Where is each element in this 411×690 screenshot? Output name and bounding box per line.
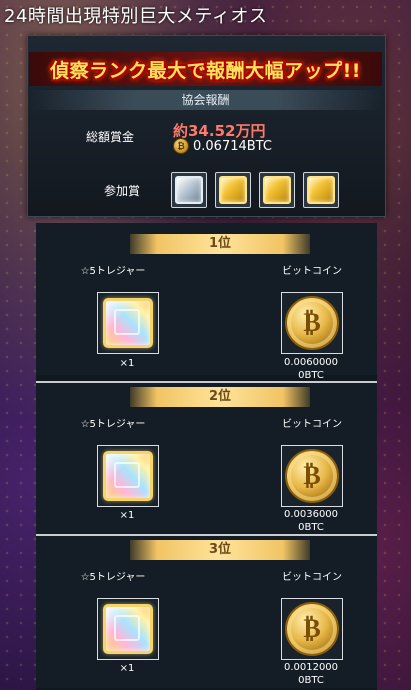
rank-banner: 1位 [130,234,310,254]
treasure-quantity: ×1 [119,663,135,674]
rank-block-3: 3位 ☆5トレジャー ビットコイン ₿ ×1 0.0012000 0BTC [36,536,377,688]
treasure-reward-box[interactable] [97,292,159,354]
participation-item-3[interactable] [259,172,295,208]
treasure-name: ☆5トレジャー [80,572,146,583]
participation-item-4[interactable] [303,172,339,208]
bitcoin-reward-box[interactable]: ₿ [281,292,343,354]
participation-item-1[interactable] [171,172,207,208]
bitcoin-reward-box[interactable]: ₿ [281,598,343,660]
rank-block-1: 1位 ☆5トレジャー ビットコイン ₿ ×1 0.0060000 0BTC [36,223,377,381]
silver-treasure-cube-icon [175,176,203,204]
btc-amount: 0.0060000 0BTC [283,357,339,381]
btc-amount: 0.0012000 0BTC [283,662,339,686]
star5-treasure-icon [103,298,153,348]
treasure-reward-box[interactable] [97,445,159,507]
treasure-quantity: ×1 [119,358,135,369]
rank-block-2: 2位 ☆5トレジャー ビットコイン ₿ ×1 0.0036000 0BTC [36,383,377,535]
bitcoin-icon: ₿ [285,449,339,503]
total-prize-label: 総額賞金 [86,130,135,144]
bitcoin-icon: ₿ [285,296,339,350]
btc-amount: 0.0036000 0BTC [283,509,339,533]
gold-treasure-cube-icon [263,176,291,204]
rank-banner: 2位 [130,387,310,407]
promo-banner-text: 偵察ランク最大で報酬大幅アップ!! [50,59,361,82]
gold-treasure-cube-icon [219,176,247,204]
star5-treasure-icon [103,451,153,501]
treasure-quantity: ×1 [119,510,135,521]
treasure-name: ☆5トレジャー [80,266,146,277]
star5-treasure-icon [103,604,153,654]
coin-name: ビットコイン [282,266,342,277]
event-title: 24時間出現特別巨大メティオス [4,6,268,27]
bitcoin-icon: ₿ [173,138,189,154]
total-prize-btc: ₿ 0.06714BTC [173,138,272,154]
promo-banner: 偵察ランク最大で報酬大幅アップ!! [29,52,382,86]
bitcoin-icon: ₿ [285,602,339,656]
coin-name: ビットコイン [282,572,342,583]
participation-item-2[interactable] [215,172,251,208]
rank-banner: 3位 [130,540,310,560]
gold-treasure-cube-icon [307,176,335,204]
participation-prize-label: 参加賞 [104,184,141,198]
bitcoin-reward-box[interactable]: ₿ [281,445,343,507]
coin-name: ビットコイン [282,419,342,430]
association-reward-header: 協会報酬 [29,90,382,110]
treasure-name: ☆5トレジャー [80,419,146,430]
treasure-reward-box[interactable] [97,598,159,660]
rank-reward-list[interactable]: 1位 ☆5トレジャー ビットコイン ₿ ×1 0.0060000 0BTC 2位… [36,223,377,690]
total-prize-btc-value: 0.06714BTC [193,138,272,154]
